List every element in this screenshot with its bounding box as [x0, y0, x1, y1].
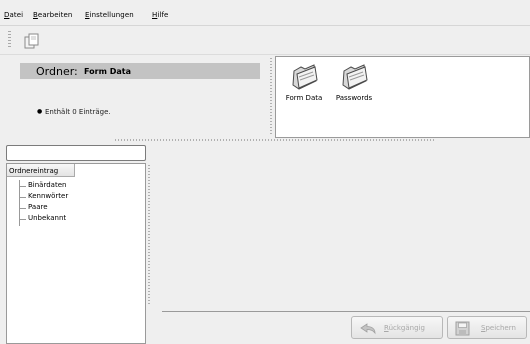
horizontal-splitter[interactable] — [115, 139, 435, 141]
copy-icon — [24, 33, 39, 49]
undo-button[interactable]: Rückgängig — [351, 316, 443, 339]
vertical-splitter[interactable] — [270, 58, 272, 136]
tree-item-label: Unbekannt — [28, 214, 67, 222]
folder-info-panel: Ordner: Form Data ● Enthält 0 Einträge. — [4, 56, 269, 136]
folder-item-label: Passwords — [335, 94, 373, 102]
menu-einstellungen[interactable]: Einstellungen — [85, 11, 134, 19]
content-separator — [162, 311, 530, 312]
menubar: Datei Bearbeiten Einstellungen Hilfe — [0, 0, 530, 26]
folder-name: Form Data — [84, 67, 131, 76]
tree-connector — [19, 197, 26, 198]
folder-label: Ordner: — [36, 65, 78, 78]
entry-tree: Ordnereintrag Binärdaten Kennwörter Paar… — [6, 163, 146, 344]
menu-bearbeiten[interactable]: Bearbeiten — [33, 11, 72, 19]
tree-column-header[interactable]: Ordnereintrag — [7, 164, 75, 177]
folder-item-label: Form Data — [285, 94, 323, 102]
tree-item-label: Kennwörter — [28, 192, 69, 200]
copy-button[interactable] — [23, 33, 41, 49]
folder-icon-view: Form Data Passwords — [275, 56, 530, 138]
tree-item-label: Paare — [28, 203, 48, 211]
save-icon — [455, 321, 470, 336]
folder-item-form-data[interactable]: Form Data — [279, 63, 329, 102]
menu-hilfe[interactable]: Hilfe — [152, 11, 168, 19]
search-input[interactable] — [6, 145, 146, 161]
entries-count-text: Enthält 0 Einträge. — [45, 108, 111, 116]
undo-label: Rückgängig — [384, 324, 425, 332]
tree-connector — [19, 219, 26, 220]
toolbar-grip[interactable] — [8, 31, 11, 49]
undo-icon — [360, 323, 376, 335]
folder-icon — [342, 64, 368, 90]
menu-datei[interactable]: Datei — [4, 11, 23, 19]
bullet-icon: ● — [37, 108, 43, 115]
save-label: Speichern — [481, 324, 516, 332]
tree-connector — [19, 208, 26, 209]
save-button[interactable]: Speichern — [447, 316, 527, 339]
folder-item-passwords[interactable]: Passwords — [329, 63, 379, 102]
tree-connector — [19, 186, 26, 187]
toolbar — [0, 27, 530, 55]
tree-splitter[interactable] — [148, 165, 150, 305]
folder-header: Ordner: Form Data — [20, 63, 260, 79]
tree-item-label: Binärdaten — [28, 181, 67, 189]
folder-icon — [292, 64, 318, 90]
